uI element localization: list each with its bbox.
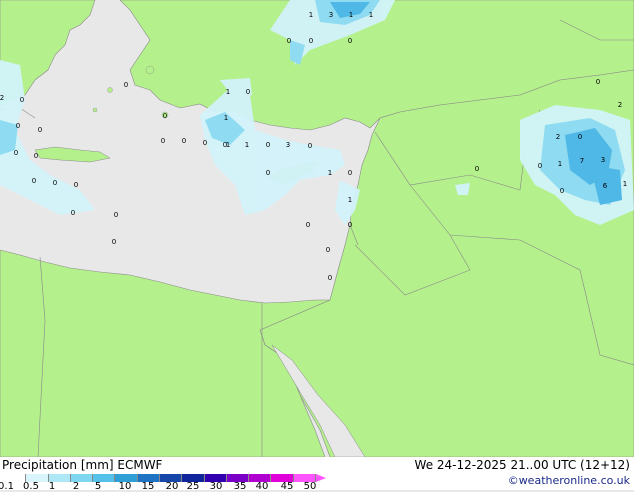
legend-tick-label: 50 xyxy=(303,481,317,492)
precip-value: 0 xyxy=(560,187,564,195)
legend-tick-label: 5 xyxy=(94,481,102,492)
precip-value: 0 xyxy=(32,177,36,185)
precip-value: 0 xyxy=(14,149,18,157)
precip-value: 0 xyxy=(246,88,250,96)
forecast-time: We 24-12-2025 21..00 UTC (12+12) xyxy=(414,458,630,472)
legend-tick-label: 25 xyxy=(186,481,200,492)
legend-tick-label: 10 xyxy=(118,481,132,492)
precip-value: 1 xyxy=(309,11,313,19)
precip-value: 0 xyxy=(71,209,75,217)
precip-value: 1 xyxy=(226,141,230,149)
precip-value: 0 xyxy=(308,142,312,150)
precip-value: 0 xyxy=(309,37,313,45)
precip-value: 0 xyxy=(38,126,42,134)
island xyxy=(92,107,98,113)
precip-value: 0 xyxy=(266,169,270,177)
precip-value: 0 xyxy=(53,179,57,187)
precip-value: 0 xyxy=(306,221,310,229)
precip-value: 1 xyxy=(349,11,353,19)
footer-legend-bar: Precipitation [mm] ECMWF We 24-12-2025 2… xyxy=(0,457,634,492)
precip-value: 0 xyxy=(182,137,186,145)
precip-value: 1 xyxy=(245,141,249,149)
legend-tick-label: 35 xyxy=(233,481,247,492)
legend-tick-label: 1 xyxy=(48,481,56,492)
precip-value: 0 xyxy=(596,78,600,86)
precip-value: 2 xyxy=(0,94,4,102)
precip-value: 3 xyxy=(286,141,290,149)
legend-tick-label: 45 xyxy=(280,481,294,492)
precip-value: 7 xyxy=(580,157,584,165)
precip-value: 0 xyxy=(112,238,116,246)
precip-value: 6 xyxy=(603,182,608,190)
precip-value: 0 xyxy=(475,165,479,173)
precipitation-map: 1 3 1 1 0 0 0 2 0 0 1 0 0 0 0 0 0 0 1 0 0 0 1 1 0 3 0 0 1 0 1 0 0 0 0 0 0 0 0 0… xyxy=(0,0,634,457)
precip-value: 1 xyxy=(224,114,228,122)
precip-value: 0 xyxy=(578,133,582,141)
precip-value: 0 xyxy=(161,137,165,145)
precip-value: 1 xyxy=(623,180,627,188)
legend-tick-label: 40 xyxy=(255,481,269,492)
precip-value: 1 xyxy=(328,169,332,177)
precip-value: 2 xyxy=(556,133,560,141)
precip-value: 3 xyxy=(601,156,605,164)
island xyxy=(145,65,155,75)
precip-value: 0 xyxy=(348,169,352,177)
precip-value: 0 xyxy=(124,81,128,89)
legend-tick-label: 0.5 xyxy=(23,481,39,492)
precip-value: 0 xyxy=(538,162,542,170)
source-credit[interactable]: ©weatheronline.co.uk xyxy=(508,474,630,487)
precip-value: 0 xyxy=(16,122,20,130)
legend-tick-label: 20 xyxy=(165,481,179,492)
precip-value: 0 xyxy=(328,274,332,282)
precip-value: 0 xyxy=(266,141,270,149)
legend-overflow-arrow xyxy=(316,474,326,482)
precip-value: 0 xyxy=(326,246,330,254)
precip-value: 0 xyxy=(163,112,167,120)
legend-tick-label: 0.1 xyxy=(0,481,14,492)
precip-value: 0 xyxy=(34,152,38,160)
precip-value: 2 xyxy=(618,101,622,109)
precip-value: 1 xyxy=(226,88,230,96)
precip-value: 0 xyxy=(203,139,207,147)
precip-value: 0 xyxy=(348,37,352,45)
precip-value: 1 xyxy=(369,11,373,19)
legend-tick-label: 2 xyxy=(72,481,80,492)
legend-tick-label: 15 xyxy=(141,481,155,492)
precip-value: 1 xyxy=(348,196,352,204)
island xyxy=(107,87,113,93)
legend-tick-label: 30 xyxy=(209,481,223,492)
precip-value: 0 xyxy=(287,37,291,45)
map-title: Precipitation [mm] ECMWF xyxy=(2,458,163,472)
precip-value: 1 xyxy=(558,160,562,168)
precip-value: 0 xyxy=(74,181,78,189)
precip-value: 0 xyxy=(114,211,118,219)
precip-value: 0 xyxy=(20,96,24,104)
precip-value: 3 xyxy=(329,11,333,19)
precip-value: 0 xyxy=(348,221,352,229)
